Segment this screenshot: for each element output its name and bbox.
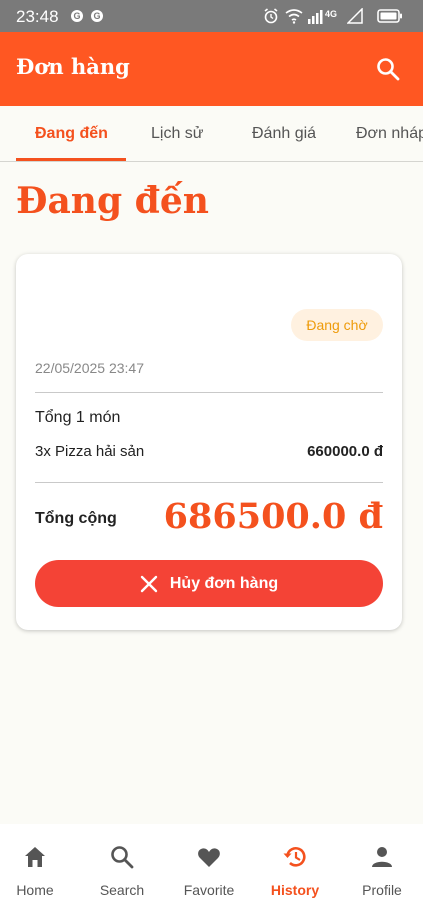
nav-profile-label: Profile	[362, 882, 402, 898]
app-notification-icon: G	[71, 10, 83, 22]
divider	[35, 482, 383, 483]
order-item-price: 660000.0 đ	[307, 443, 383, 460]
bottom-nav: Home Search Favorite History Profile	[0, 824, 423, 917]
item-count: Tổng 1 món	[35, 409, 121, 426]
home-icon	[25, 847, 45, 867]
nav-home[interactable]: Home	[0, 824, 77, 917]
status-time: 23:48	[16, 7, 59, 26]
tab-dang-den[interactable]: Đang đến	[35, 106, 108, 161]
cancel-order-label: Hủy đơn hàng	[169, 574, 279, 592]
tab-lich-su[interactable]: Lịch sử	[151, 106, 204, 161]
order-item-name: 3x Pizza hải sản	[35, 443, 145, 460]
nav-history-label: History	[270, 882, 320, 898]
nav-home-label: Home	[16, 882, 54, 898]
nav-search[interactable]: Search	[80, 824, 164, 917]
person-icon	[372, 847, 392, 867]
nav-favorite-label: Favorite	[183, 882, 235, 898]
divider	[35, 392, 383, 393]
wifi-icon	[285, 9, 303, 24]
tab-indicator	[16, 158, 126, 161]
status-badge: Đang chờ	[291, 309, 383, 341]
total-label: Tổng cộng	[35, 510, 117, 527]
alarm-icon	[264, 8, 278, 24]
order-date: 22/05/2025 23:47	[35, 360, 144, 376]
order-card: Đang chờ 22/05/2025 23:47 Tổng 1 món 3x …	[16, 254, 402, 630]
heart-icon	[198, 848, 220, 867]
nav-profile[interactable]: Profile	[340, 824, 423, 917]
close-icon	[140, 575, 158, 592]
page-title: Đang đến	[16, 180, 209, 222]
search-icon	[377, 58, 400, 81]
signal-icon	[347, 8, 363, 24]
history-icon	[283, 847, 306, 867]
total-value: 686500.0 đ	[163, 496, 383, 537]
app-title: Đơn hàng	[16, 54, 130, 79]
nav-favorite[interactable]: Favorite	[167, 824, 251, 917]
app-notification-icon: G	[91, 10, 103, 22]
search-button[interactable]	[375, 56, 401, 82]
battery-icon	[377, 9, 402, 23]
tab-don-nhap[interactable]: Đơn nháp	[356, 106, 423, 161]
status-bar: 23:48 G G 4G	[0, 0, 423, 32]
signal-icon	[308, 10, 323, 24]
nav-search-label: Search	[99, 882, 145, 898]
network-type-label: 4G	[325, 9, 338, 19]
search-icon	[111, 846, 134, 869]
app-bar: Đơn hàng	[0, 32, 423, 106]
tab-danh-gia[interactable]: Đánh giá	[252, 106, 316, 161]
cancel-order-button[interactable]: Hủy đơn hàng	[35, 560, 383, 607]
nav-history[interactable]: History	[253, 824, 337, 917]
tab-bar: Đang đến Lịch sử Đánh giá Đơn nháp	[0, 106, 423, 162]
